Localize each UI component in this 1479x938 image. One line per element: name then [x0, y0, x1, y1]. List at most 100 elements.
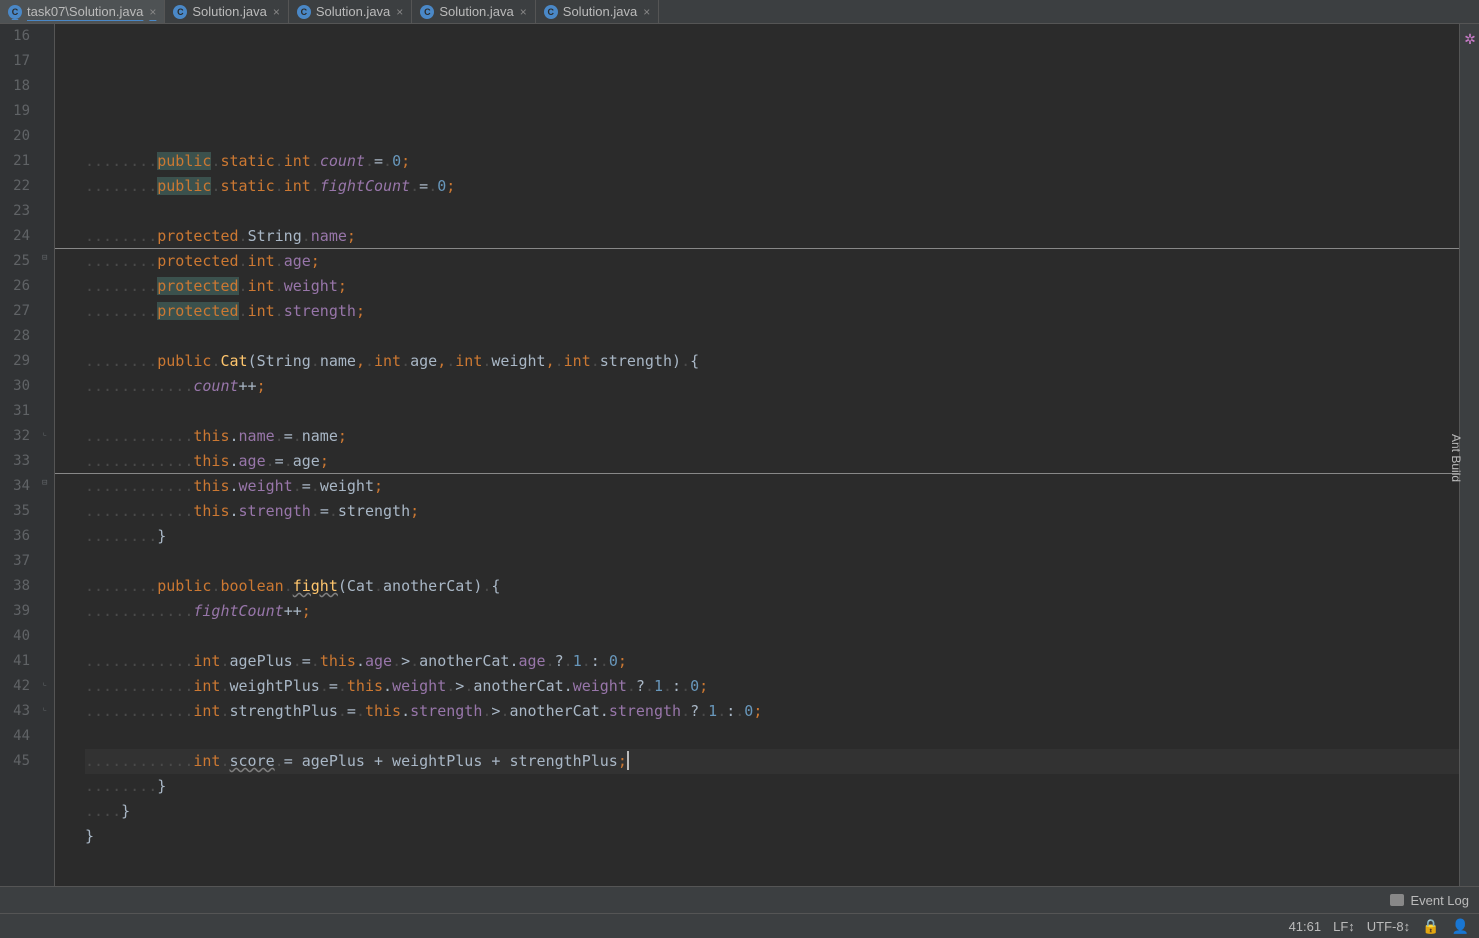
code-line[interactable]: } — [85, 824, 1465, 849]
java-class-icon: C — [297, 5, 311, 19]
code-line[interactable]: ............this.age.=.age; — [85, 449, 1465, 474]
close-icon[interactable]: × — [643, 5, 650, 19]
line-number: 37 — [0, 549, 30, 574]
fold-end-icon[interactable]: ⌞ — [42, 678, 52, 688]
code-line[interactable]: ........public.boolean.fight(Cat.another… — [85, 574, 1465, 599]
java-class-icon: C — [544, 5, 558, 19]
lock-icon[interactable]: 🔒 — [1422, 918, 1439, 935]
line-number: 20 — [0, 124, 30, 149]
tab-label: Solution.java — [439, 4, 513, 19]
code-line[interactable]: ........protected.int.age; — [85, 249, 1465, 274]
line-number: 16 — [0, 24, 30, 49]
code-line[interactable]: ........protected.String.name; — [85, 224, 1465, 249]
line-number: 24 — [0, 224, 30, 249]
line-separator[interactable]: LF↕ — [1333, 919, 1355, 934]
line-number: 17 — [0, 49, 30, 74]
code-line[interactable] — [85, 399, 1465, 424]
line-number: 28 — [0, 324, 30, 349]
editor-area: 1617181920212223242526272829303132333435… — [0, 24, 1479, 886]
code-line[interactable]: ............fightCount++; — [85, 599, 1465, 624]
tab-label: Solution.java — [192, 4, 266, 19]
line-number: 22 — [0, 174, 30, 199]
line-number: 18 — [0, 74, 30, 99]
line-number: 39 — [0, 599, 30, 624]
tab-3[interactable]: C Solution.java × — [412, 0, 535, 23]
line-number: 23 — [0, 199, 30, 224]
code-line[interactable] — [85, 324, 1465, 349]
code-line[interactable]: ........public.static.int.fightCount.=.0… — [85, 174, 1465, 199]
code-line[interactable]: ........} — [85, 524, 1465, 549]
file-encoding[interactable]: UTF-8↕ — [1367, 919, 1410, 934]
fold-gutter[interactable]: ⊟ ⌞ ⊟ ⌞ ⌞ — [40, 24, 54, 886]
line-number: 36 — [0, 524, 30, 549]
event-log-button[interactable]: Event Log — [1410, 893, 1469, 908]
java-class-icon: C — [420, 5, 434, 19]
code-line[interactable]: ............this.strength.=.strength; — [85, 499, 1465, 524]
fold-end-icon[interactable]: ⌞ — [42, 428, 52, 438]
caret-position[interactable]: 41:61 — [1289, 919, 1322, 934]
line-number: 30 — [0, 374, 30, 399]
line-number: 27 — [0, 299, 30, 324]
code-editor[interactable]: ........public.static.int.count.=.0;....… — [54, 24, 1465, 886]
line-number: 31 — [0, 399, 30, 424]
fold-minus-icon[interactable]: ⊟ — [42, 253, 52, 263]
statusbar-upper: Event Log — [0, 886, 1479, 913]
line-number: 38 — [0, 574, 30, 599]
code-line[interactable] — [85, 849, 1465, 874]
code-line[interactable]: ........protected.int.strength; — [85, 299, 1465, 324]
line-number: 34 — [0, 474, 30, 499]
line-number: 44 — [0, 724, 30, 749]
line-number: 25 — [0, 249, 30, 274]
close-icon[interactable]: × — [396, 5, 403, 19]
tab-label: task07\Solution.java — [27, 4, 143, 19]
code-line[interactable] — [85, 199, 1465, 224]
code-line[interactable]: ............int.score.= agePlus + weight… — [85, 749, 1465, 774]
code-line[interactable]: ............int.strengthPlus.=.this.stre… — [85, 699, 1465, 724]
code-line[interactable]: ............count++; — [85, 374, 1465, 399]
code-line[interactable]: ............int.weightPlus.=.this.weight… — [85, 674, 1465, 699]
code-line[interactable]: ....} — [85, 799, 1465, 824]
line-number: 19 — [0, 99, 30, 124]
code-line[interactable]: ............this.weight.=.weight; — [85, 474, 1465, 499]
event-log-icon — [1390, 894, 1404, 906]
tab-2[interactable]: C Solution.java × — [289, 0, 412, 23]
code-line[interactable]: ............this.name.=.name; — [85, 424, 1465, 449]
code-line[interactable]: ............int.agePlus.=.this.age.>.ano… — [85, 649, 1465, 674]
code-line[interactable] — [85, 624, 1465, 649]
code-line[interactable]: ........public.Cat(String.name,.int.age,… — [85, 349, 1465, 374]
line-number: 21 — [0, 149, 30, 174]
line-number: 33 — [0, 449, 30, 474]
line-number: 42 — [0, 674, 30, 699]
code-line[interactable] — [85, 124, 1465, 149]
line-number: 29 — [0, 349, 30, 374]
tab-4[interactable]: C Solution.java × — [536, 0, 659, 23]
line-number: 43 — [0, 699, 30, 724]
ant-icon: ✲ — [1463, 32, 1479, 48]
code-line[interactable]: ........protected.int.weight; — [85, 274, 1465, 299]
code-line[interactable] — [85, 724, 1465, 749]
tab-label: Solution.java — [563, 4, 637, 19]
code-line[interactable] — [85, 549, 1465, 574]
statusbar-lower: 41:61 LF↕ UTF-8↕ 🔒 👤 — [0, 913, 1479, 938]
line-number: 26 — [0, 274, 30, 299]
fold-minus-icon[interactable]: ⊟ — [42, 478, 52, 488]
java-class-icon: C — [173, 5, 187, 19]
line-number-gutter[interactable]: 1617181920212223242526272829303132333435… — [0, 24, 40, 886]
hector-icon[interactable]: 👤 — [1452, 918, 1469, 935]
code-line[interactable]: ........public.static.int.count.=.0; — [85, 149, 1465, 174]
line-number: 40 — [0, 624, 30, 649]
line-number: 45 — [0, 749, 30, 774]
close-icon[interactable]: × — [149, 5, 156, 19]
line-number: 35 — [0, 499, 30, 524]
tab-1[interactable]: C Solution.java × — [165, 0, 288, 23]
line-number: 32 — [0, 424, 30, 449]
java-class-icon: C — [8, 5, 22, 19]
tab-0[interactable]: C task07\Solution.java × — [0, 0, 165, 23]
code-line[interactable]: ........} — [85, 774, 1465, 799]
tab-label: Solution.java — [316, 4, 390, 19]
close-icon[interactable]: × — [273, 5, 280, 19]
close-icon[interactable]: × — [520, 5, 527, 19]
fold-end-icon[interactable]: ⌞ — [42, 703, 52, 713]
editor-tabs: C task07\Solution.java × C Solution.java… — [0, 0, 1479, 24]
ant-build-button[interactable]: Ant Build — [1449, 434, 1463, 482]
